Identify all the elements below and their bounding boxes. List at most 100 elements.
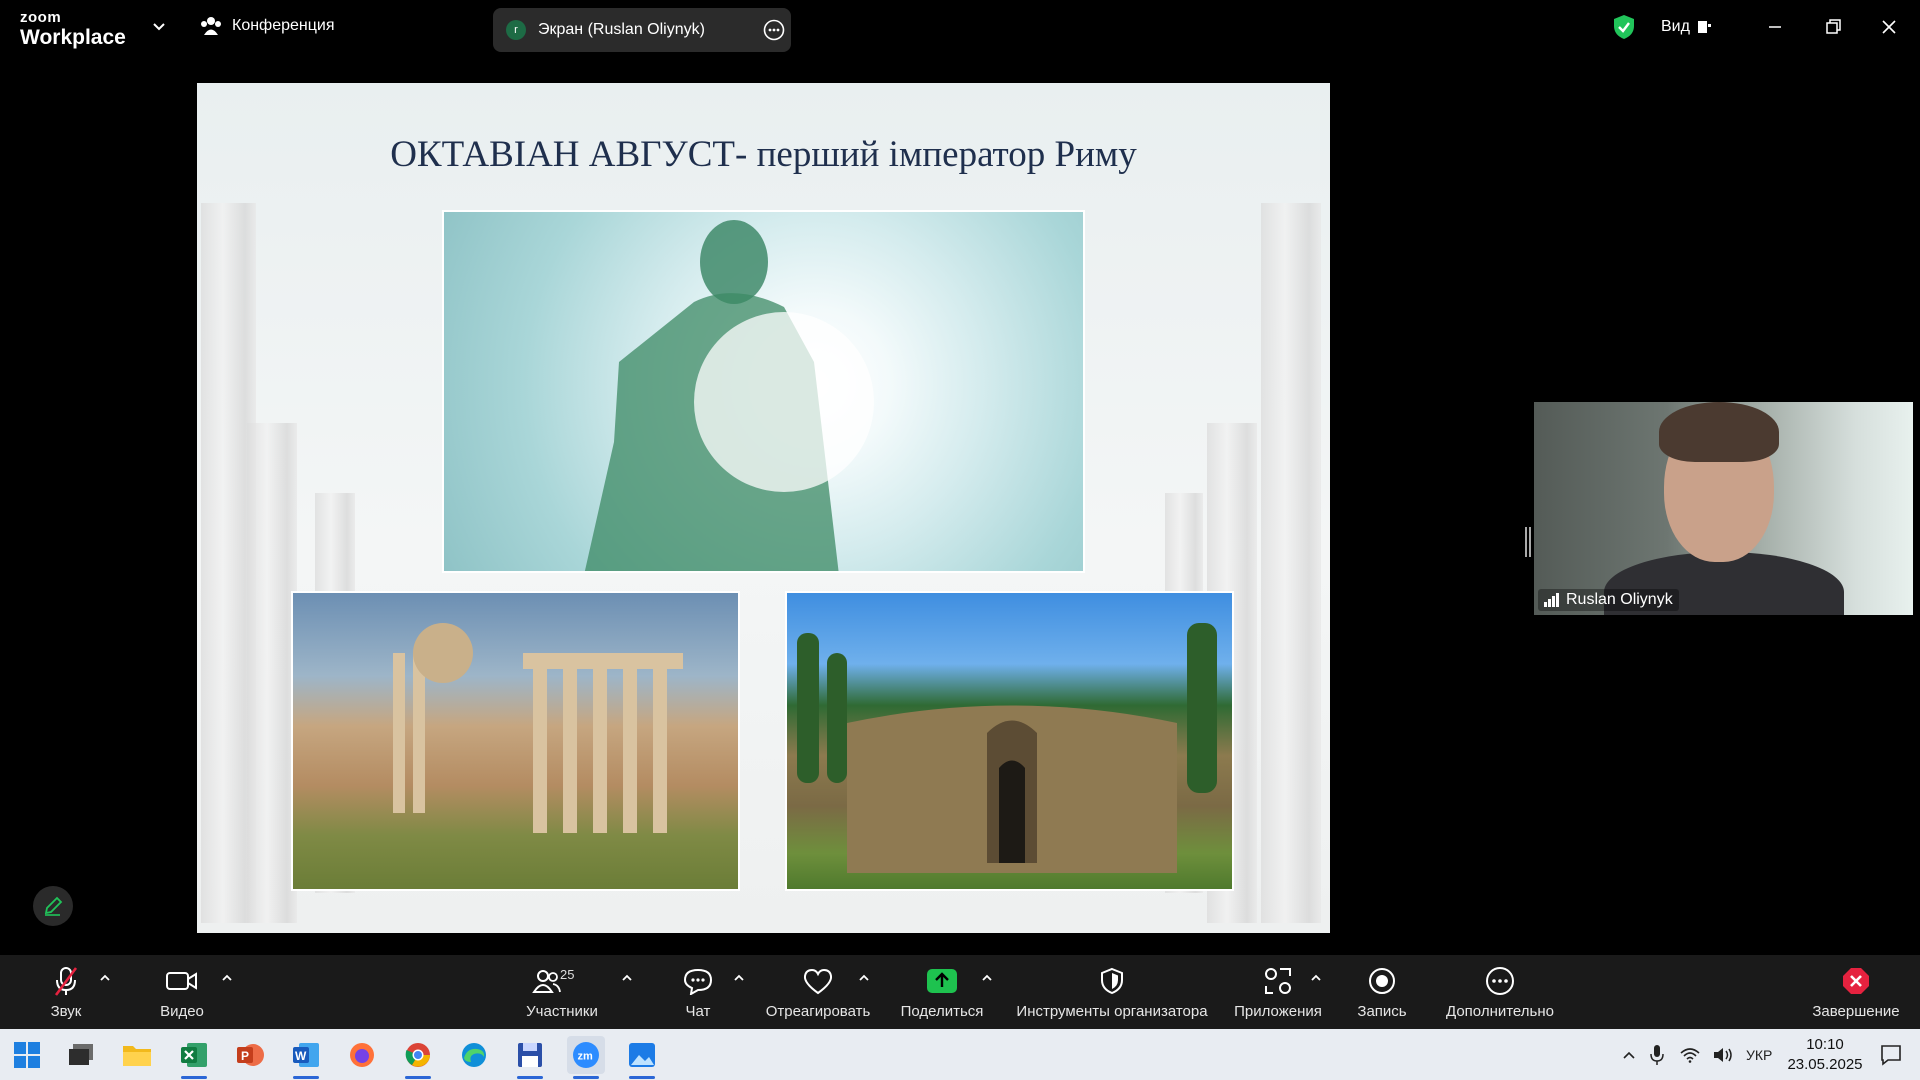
- participant-hair: [1659, 402, 1779, 462]
- share-button[interactable]: Поделиться: [898, 955, 986, 1029]
- record-label: Запись: [1357, 1003, 1407, 1020]
- share-label: Поделиться: [900, 1003, 984, 1020]
- meeting-toolbar: Звук Видео 25 Участники Чат Отреагироват…: [0, 955, 1920, 1029]
- participant-video-tile[interactable]: Ruslan Oliynyk: [1534, 402, 1913, 615]
- view-button[interactable]: Вид: [1661, 18, 1712, 36]
- word-icon[interactable]: W: [287, 1036, 325, 1079]
- video-button[interactable]: Видео: [152, 955, 212, 1029]
- close-icon[interactable]: [1876, 14, 1902, 40]
- mausoleum-photo: [785, 591, 1234, 891]
- more-options-icon[interactable]: [763, 19, 785, 41]
- forum-columns: [393, 623, 683, 833]
- chat-button[interactable]: Чат: [676, 955, 720, 1029]
- word-running-indicator: [293, 1076, 319, 1079]
- participant-name-tag: Ruslan Oliynyk: [1538, 589, 1679, 611]
- notifications-icon[interactable]: [1880, 1044, 1902, 1066]
- screen-share-pill[interactable]: r Экран (Ruslan Oliynyk): [493, 8, 791, 52]
- sharer-avatar: r: [506, 20, 526, 40]
- end-label: Завершение: [1812, 1003, 1900, 1020]
- participants-options-caret-icon[interactable]: [621, 973, 633, 983]
- participant-name: Ruslan Oliynyk: [1566, 591, 1673, 608]
- slide-title: ОКТАВІАН АВГУСТ- перший імператор Риму: [390, 134, 1137, 175]
- meeting-label: Конференция: [232, 17, 335, 34]
- mausoleum-shape: [797, 623, 1217, 873]
- chat-label: Чат: [685, 1003, 711, 1020]
- video-options-caret-icon[interactable]: [221, 973, 233, 983]
- floppy-app-running-indicator: [517, 1076, 543, 1079]
- powerpoint-icon[interactable]: P: [231, 1036, 269, 1074]
- more-button[interactable]: Дополнительно: [1440, 955, 1560, 1029]
- restore-icon[interactable]: [1820, 14, 1846, 40]
- chrome-icon[interactable]: [399, 1036, 437, 1079]
- panel-splitter-handle[interactable]: [1529, 527, 1531, 557]
- zoom-logo: zoom Workplace: [20, 10, 126, 48]
- audio-label: Звук: [50, 1003, 82, 1020]
- chat-options-caret-icon[interactable]: [733, 973, 745, 983]
- react-button[interactable]: Отреагировать: [764, 955, 872, 1029]
- wifi-icon[interactable]: [1680, 1047, 1700, 1063]
- system-tray: УКР: [1622, 1029, 1772, 1080]
- roman-forum-photo: [291, 591, 740, 891]
- file-explorer-icon[interactable]: [118, 1036, 156, 1074]
- statue-silhouette: [584, 220, 874, 571]
- audio-button[interactable]: Звук: [36, 955, 96, 1029]
- column-decoration: [247, 423, 297, 923]
- minimize-icon[interactable]: [1762, 14, 1788, 40]
- react-options-caret-icon[interactable]: [858, 973, 870, 983]
- zoom-running-indicator: [573, 1076, 599, 1079]
- screen-share-label: Экран (Ruslan Oliynyk): [538, 21, 705, 38]
- view-layout-icon: [1697, 21, 1711, 33]
- statue-photo: [442, 210, 1085, 573]
- task-view-icon[interactable]: [62, 1036, 100, 1074]
- heart-icon: [803, 968, 833, 995]
- end-meeting-icon: [1843, 968, 1869, 994]
- view-label: Вид: [1661, 18, 1690, 35]
- record-icon: [1369, 968, 1395, 994]
- svg-text:zm: zm: [578, 1051, 594, 1063]
- record-button[interactable]: Запись: [1350, 955, 1414, 1029]
- microphone-tray-icon[interactable]: [1650, 1044, 1664, 1066]
- host-shield-icon: [1101, 967, 1123, 995]
- apps-button[interactable]: Приложения: [1230, 955, 1326, 1029]
- chevron-down-icon[interactable]: [150, 18, 168, 36]
- logo-big-text: Workplace: [20, 26, 126, 49]
- microphone-muted-icon: [54, 967, 78, 996]
- windows-start-icon[interactable]: [8, 1036, 46, 1074]
- chat-bubble-icon: [683, 968, 713, 995]
- host-tools-button[interactable]: Инструменты организатора: [1012, 955, 1212, 1029]
- floppy-app-icon[interactable]: [511, 1036, 549, 1079]
- pencil-icon: [44, 896, 63, 916]
- more-label: Дополнительно: [1446, 1003, 1554, 1020]
- panel-splitter-handle[interactable]: [1525, 527, 1527, 557]
- participants-button[interactable]: 25 Участники: [518, 955, 606, 1029]
- audio-options-caret-icon[interactable]: [99, 973, 111, 983]
- language-indicator[interactable]: УКР: [1746, 1047, 1772, 1063]
- participants-count: 25: [560, 967, 575, 982]
- chevron-up-icon[interactable]: [1622, 1050, 1636, 1060]
- host-tools-label: Инструменты организатора: [1016, 1003, 1208, 1020]
- firefox-icon[interactable]: [343, 1036, 381, 1074]
- svg-text:P: P: [241, 1049, 249, 1063]
- edge-icon[interactable]: [455, 1036, 493, 1074]
- zoom-app-icon[interactable]: zm: [567, 1036, 605, 1079]
- meeting-info-button[interactable]: Конференция: [200, 16, 335, 36]
- shared-slide: ОКТАВІАН АВГУСТ- перший імператор Риму: [197, 83, 1330, 933]
- photos-running-indicator: [629, 1076, 655, 1079]
- video-camera-icon: [166, 972, 197, 990]
- photos-app-icon[interactable]: [623, 1036, 661, 1079]
- excel-icon[interactable]: [175, 1036, 213, 1079]
- more-dots-icon: [1486, 967, 1514, 995]
- end-meeting-button[interactable]: Завершение: [1808, 955, 1904, 1029]
- title-bar: zoom Workplace Конференция r Экран (Rusl…: [0, 0, 1920, 56]
- excel-running-indicator: [181, 1076, 207, 1079]
- speaker-icon[interactable]: [1712, 1046, 1734, 1064]
- security-shield-icon[interactable]: [1612, 14, 1636, 40]
- apps-options-caret-icon[interactable]: [1310, 973, 1322, 983]
- clock-time: 10:10: [1806, 1036, 1844, 1053]
- annotate-button[interactable]: [33, 886, 73, 926]
- clock-date: 23.05.2025: [1787, 1056, 1863, 1073]
- apps-label: Приложения: [1234, 1003, 1322, 1020]
- react-label: Отреагировать: [765, 1003, 871, 1020]
- share-options-caret-icon[interactable]: [981, 973, 993, 983]
- system-clock[interactable]: 10:10 23.05.2025: [1770, 1035, 1880, 1075]
